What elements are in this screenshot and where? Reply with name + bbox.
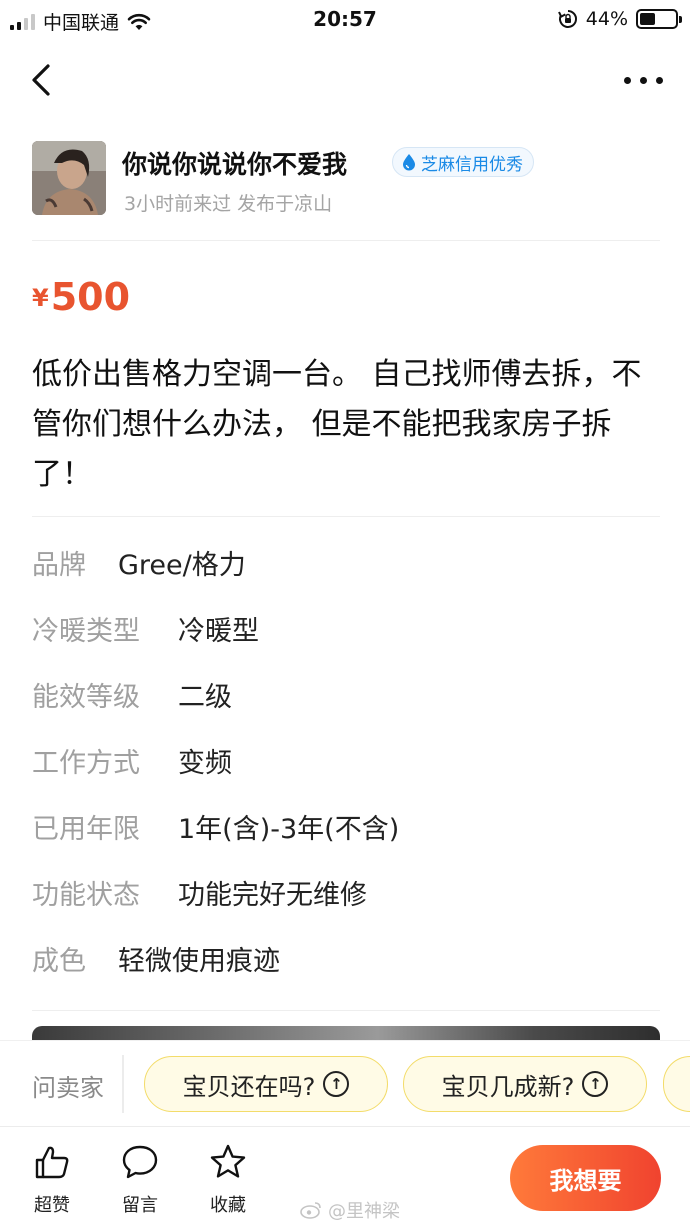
divider	[32, 240, 660, 241]
credit-badge[interactable]: 芝麻信用优秀	[392, 147, 534, 177]
seller-name[interactable]: 你说你说说你不爱我	[122, 145, 347, 181]
spec-row-type: 冷暖类型 冷暖型	[32, 612, 259, 652]
avatar[interactable]	[32, 141, 106, 215]
spec-row-years-used: 已用年限 1年(含)-3年(不含)	[32, 810, 399, 850]
spec-row-condition: 成色 轻微使用痕迹	[32, 942, 280, 982]
ask-separator	[122, 1055, 124, 1113]
spec-value: 功能完好无维修	[178, 880, 367, 911]
like-button[interactable]: 超赞	[22, 1143, 82, 1217]
spec-value: Gree/格力	[118, 550, 246, 581]
spec-key: 冷暖类型	[32, 616, 140, 647]
arrow-up-circle-icon: ↑	[323, 1071, 350, 1097]
arrow-up-circle-icon: ↑	[582, 1071, 609, 1097]
price: ¥500	[32, 275, 130, 319]
spec-row-mode: 工作方式 变频	[32, 744, 232, 784]
price-value: 500	[50, 275, 131, 319]
nav-bar	[0, 50, 690, 110]
status-bar: 中国联通 20:57 44%	[0, 0, 690, 40]
seller-card[interactable]: 你说你说说你不爱我 芝麻信用优秀 3小时前来过 发布于凉山	[32, 141, 660, 217]
battery-percent: 44%	[585, 8, 628, 30]
comment-button[interactable]: 留言	[110, 1143, 170, 1217]
divider	[32, 516, 660, 517]
spec-key: 成色	[32, 946, 86, 977]
spec-row-efficiency: 能效等级 二级	[32, 678, 232, 718]
seller-meta: 3小时前来过 发布于凉山	[124, 193, 333, 215]
spec-value: 二级	[178, 682, 232, 713]
bottom-action-bar: 超赞 留言 收藏 @里神梁 我想要	[0, 1126, 690, 1227]
spec-key: 能效等级	[32, 682, 140, 713]
quick-question-chip[interactable]: 宝贝还在吗? ↑	[144, 1056, 388, 1112]
ask-seller-bar: 问卖家 宝贝还在吗? ↑ 宝贝几成新? ↑	[0, 1040, 690, 1126]
divider	[32, 1010, 660, 1011]
weibo-icon	[300, 1202, 321, 1219]
credit-badge-label: 芝麻信用优秀	[421, 154, 523, 175]
spec-value: 1年(含)-3年(不含)	[178, 814, 400, 845]
rotation-lock-icon	[557, 10, 577, 28]
like-label: 超赞	[34, 1195, 70, 1216]
listing-description: 低价出售格力空调一台。 自己找师傅去拆，不管你们想什么办法， 但是不能把我家房子…	[32, 357, 642, 492]
status-right: 44%	[557, 8, 682, 30]
chevron-left-icon[interactable]	[28, 60, 58, 100]
comment-icon	[122, 1145, 158, 1179]
battery-icon	[636, 9, 682, 29]
spec-row-brand: 品牌 Gree/格力	[32, 546, 246, 586]
spec-value: 变频	[178, 748, 232, 779]
thumbs-up-icon	[35, 1146, 69, 1179]
ask-seller-label: 问卖家	[32, 1074, 104, 1102]
spec-key: 工作方式	[32, 748, 140, 779]
more-dots-icon[interactable]	[624, 70, 668, 90]
avatar-image	[32, 141, 106, 215]
chip-label: 宝贝还在吗?	[182, 1072, 316, 1101]
quick-question-chip-partial[interactable]	[663, 1056, 690, 1112]
favorite-label: 收藏	[210, 1195, 246, 1216]
currency-symbol: ¥	[32, 284, 49, 312]
spec-key: 已用年限	[32, 814, 140, 845]
spec-row-function: 功能状态 功能完好无维修	[32, 876, 367, 916]
spec-value: 冷暖型	[178, 616, 259, 647]
chip-label: 宝贝几成新?	[441, 1072, 575, 1101]
want-button[interactable]: 我想要	[510, 1145, 661, 1211]
spec-value: 轻微使用痕迹	[118, 946, 280, 977]
watermark: @里神梁	[300, 1197, 400, 1223]
spec-key: 品牌	[32, 550, 86, 581]
spec-key: 功能状态	[32, 880, 140, 911]
sesame-drop-icon	[403, 154, 415, 171]
comment-label: 留言	[122, 1195, 158, 1216]
favorite-button[interactable]: 收藏	[198, 1143, 258, 1217]
quick-question-chip[interactable]: 宝贝几成新? ↑	[403, 1056, 647, 1112]
watermark-text: @里神梁	[328, 1201, 400, 1222]
star-icon	[210, 1144, 246, 1178]
